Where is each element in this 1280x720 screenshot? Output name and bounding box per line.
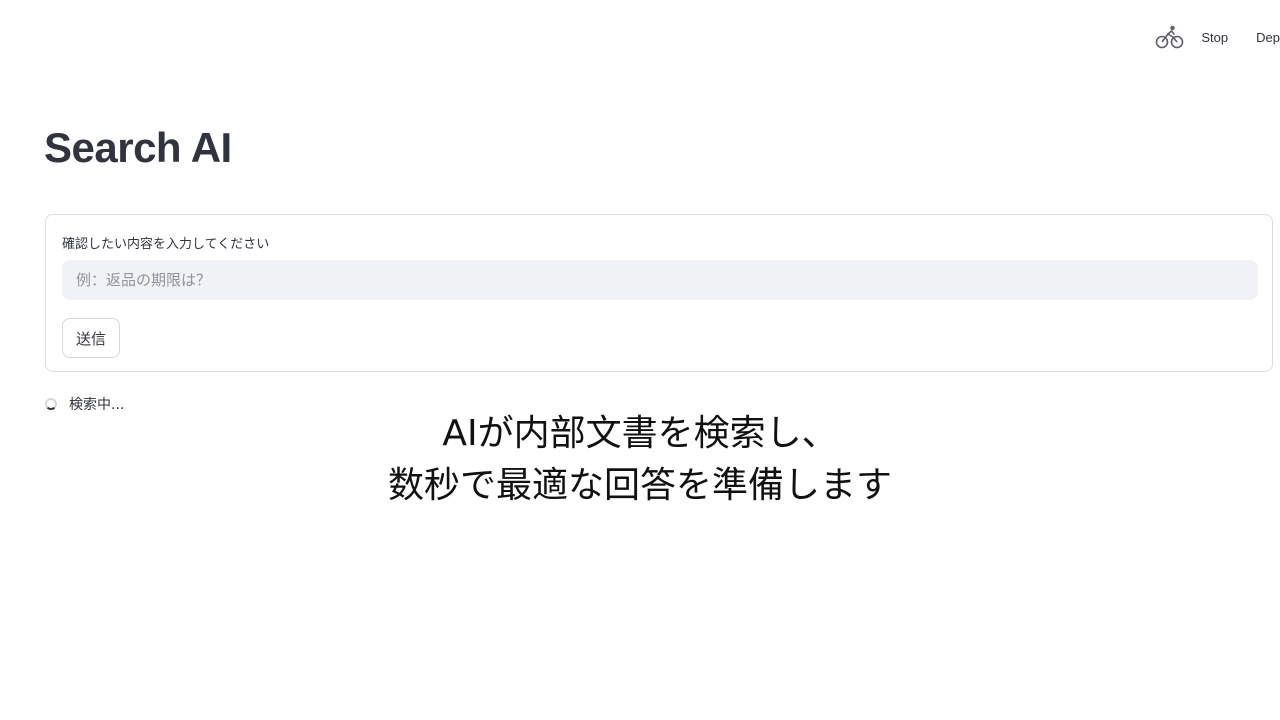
page-title: Search AI — [44, 124, 232, 171]
query-label: 確認したい内容を入力してください — [62, 237, 270, 252]
caption-line-1: AIが内部文書を検索し、 — [442, 413, 838, 454]
query-input[interactable] — [62, 260, 1258, 300]
app-page: Stop Dep Search AI 確認したい内容を入力してください 送信 検… — [0, 0, 1280, 720]
caption-overlay: AIが内部文書を検索し、 数秒で最適な回答を準備します — [0, 408, 1280, 512]
submit-button[interactable]: 送信 — [62, 318, 121, 358]
top-toolbar: Stop Dep — [1155, 22, 1280, 52]
stop-button[interactable]: Stop — [1201, 28, 1228, 47]
deploy-button[interactable]: Dep — [1256, 28, 1280, 47]
running-cyclist-icon — [1155, 24, 1185, 50]
caption-line-2: 数秒で最適な回答を準備します — [387, 465, 892, 506]
search-form: 確認したい内容を入力してください 送信 — [45, 214, 1273, 372]
